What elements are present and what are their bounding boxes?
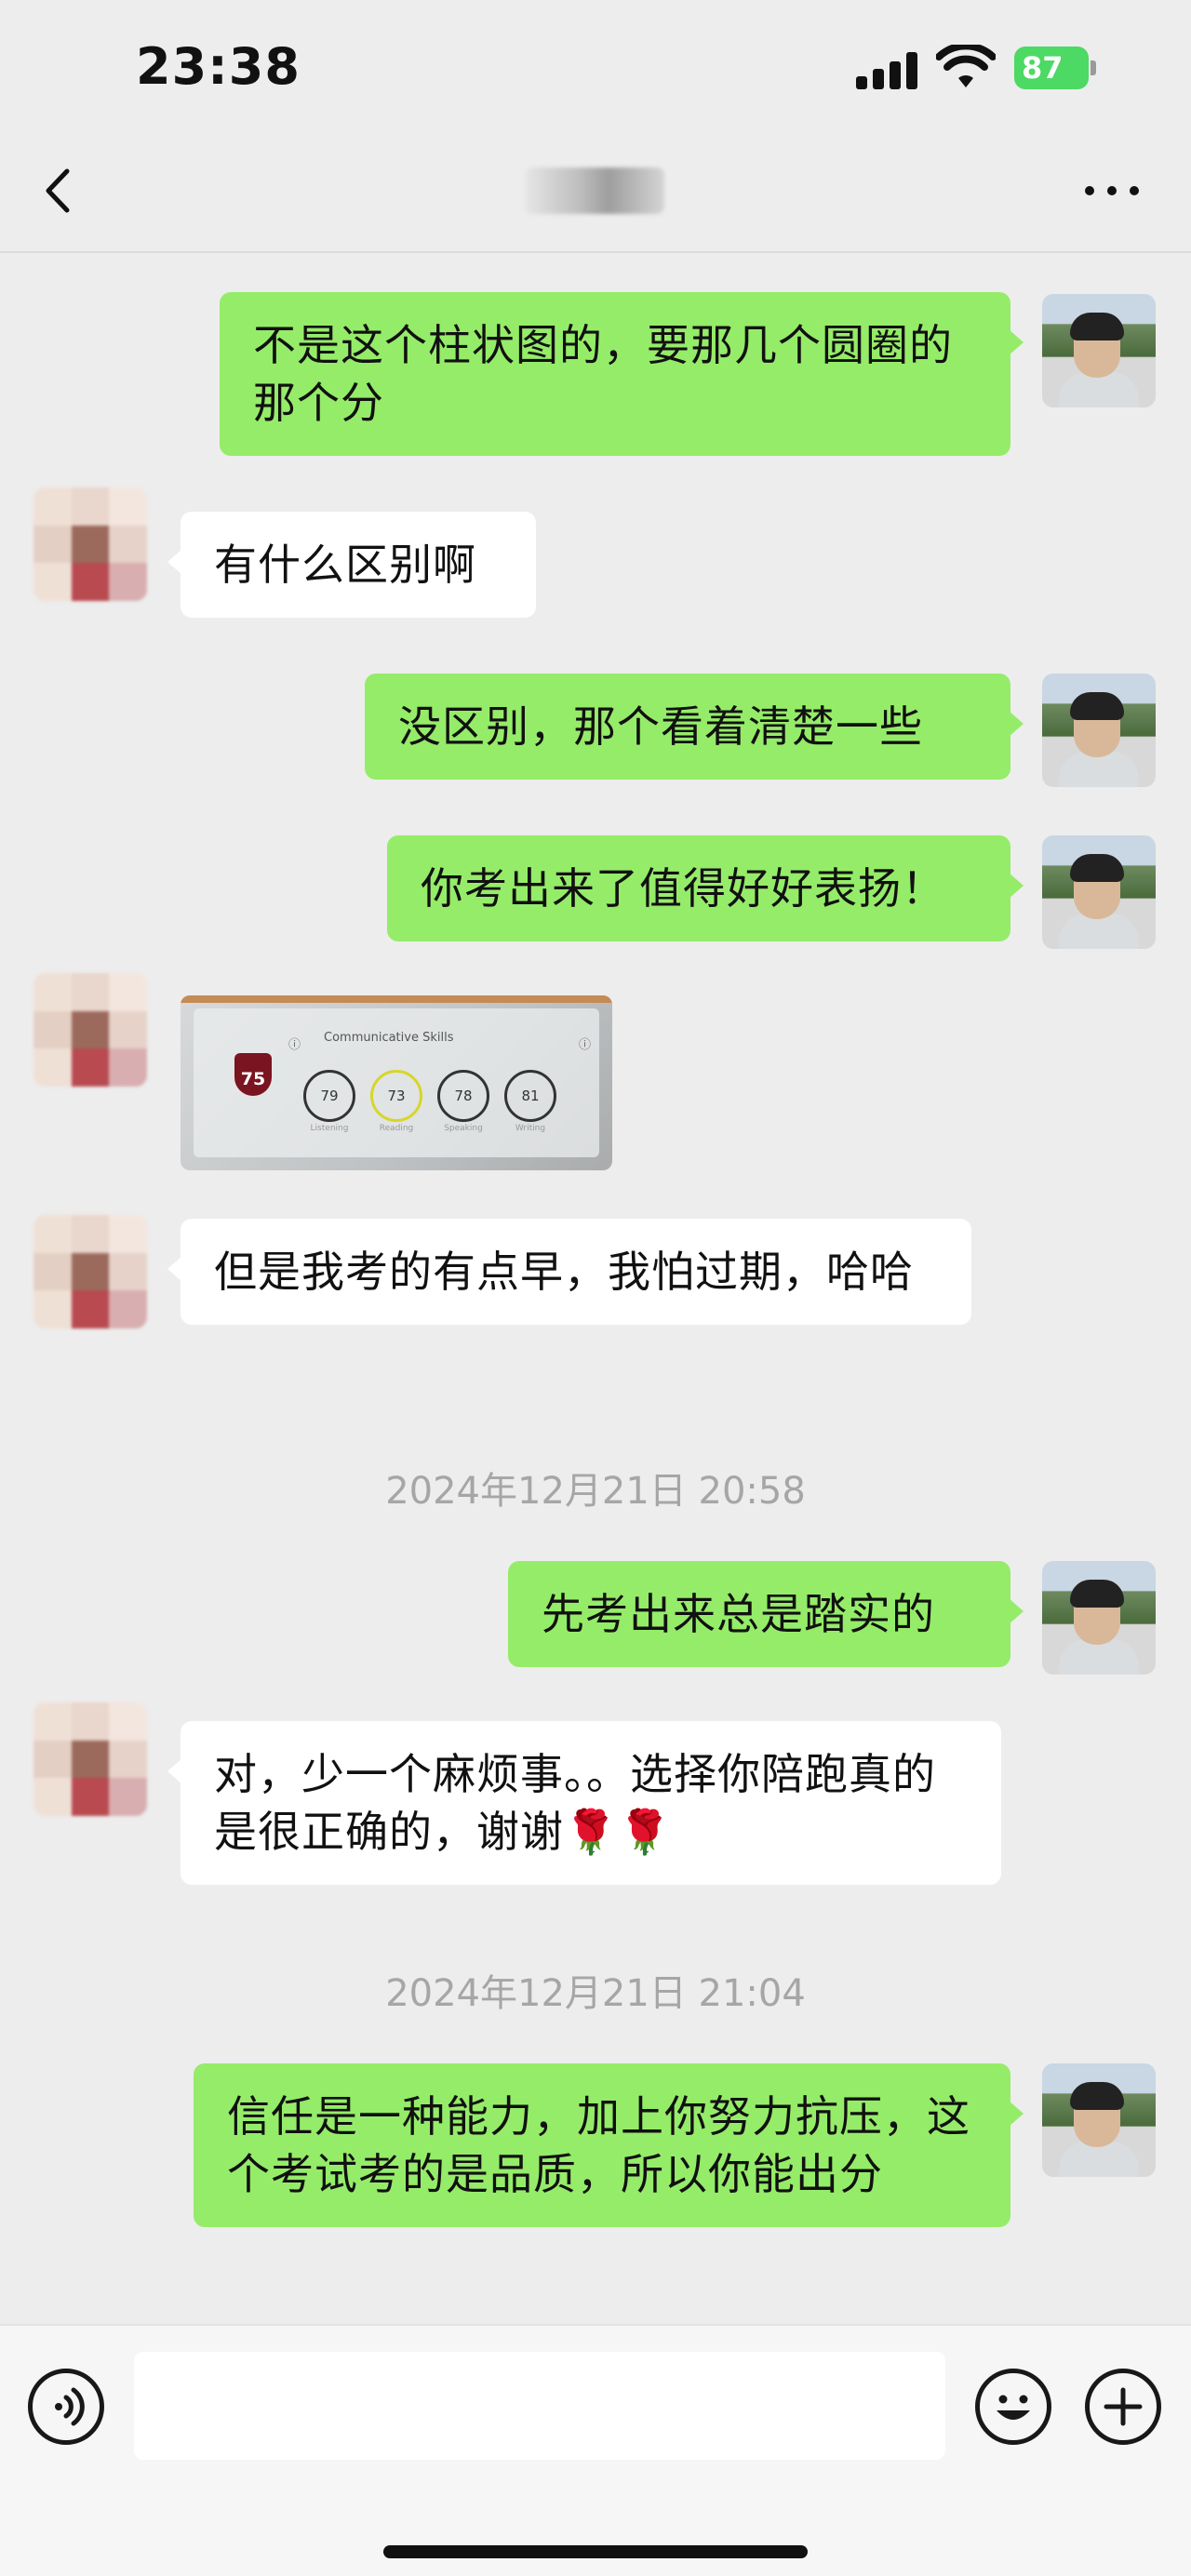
chevron-left-icon[interactable]	[28, 158, 93, 223]
message-text: 信任是一种能力，加上你努力抗压，这个考试考的是品质，所以你能出分	[227, 2091, 970, 2199]
overall-score-badge: 75	[234, 1053, 272, 1096]
my-avatar[interactable]	[1042, 294, 1156, 407]
message-text: 先考出来总是踏实的	[542, 1589, 935, 1639]
info-icon: ⓘ	[579, 1038, 592, 1052]
my-avatar[interactable]	[1042, 2063, 1156, 2177]
message-text: 不是这个柱状图的，要那几个圆圈的那个分	[253, 320, 953, 428]
more-dots-icon[interactable]	[1079, 167, 1144, 214]
score-circle-reading: 73	[370, 1070, 422, 1122]
my-avatar[interactable]	[1042, 1561, 1156, 1675]
score-label-writing: Writing	[515, 1124, 546, 1133]
my-avatar[interactable]	[1042, 835, 1156, 949]
home-indicator	[383, 2545, 808, 2558]
battery-level: 87	[1014, 47, 1089, 89]
score-circle-listening: 79	[303, 1070, 355, 1122]
plus-icon[interactable]	[1085, 2369, 1161, 2445]
cellular-signal-icon	[856, 52, 919, 89]
score-label-listening: Listening	[310, 1124, 349, 1133]
score-report-title: Communicative Skills	[324, 1031, 454, 1045]
score-label-speaking: Speaking	[444, 1124, 483, 1133]
chat-header	[0, 140, 1191, 253]
status-time: 23:38	[136, 37, 301, 96]
contact-avatar[interactable]	[33, 487, 147, 601]
timestamp: 2024年12月21日 20:58	[385, 1470, 806, 1513]
message-bubble[interactable]: 不是这个柱状图的，要那几个圆圈的那个分	[220, 292, 1024, 456]
message-bubble[interactable]: 你考出来了值得好好表扬！	[387, 835, 1024, 941]
voice-icon[interactable]	[28, 2369, 104, 2445]
input-bar	[0, 2324, 1191, 2576]
battery-icon: 87	[1014, 47, 1096, 89]
emoji-icon[interactable]	[975, 2369, 1051, 2445]
timestamp: 2024年12月21日 21:04	[385, 1972, 806, 2015]
info-icon: ⓘ	[288, 1038, 301, 1052]
message-text: 你考出来了值得好好表扬！	[421, 863, 945, 914]
message-input[interactable]	[134, 2352, 945, 2460]
message-text: 没区别，那个看着清楚一些	[398, 701, 923, 752]
wifi-icon	[936, 45, 996, 87]
message-text: 但是我考的有点早，我怕过期，哈哈	[214, 1247, 914, 1297]
message-text: 对，少一个麻烦事。。选择你陪跑真的是很正确的，谢谢🌹🌹	[214, 1749, 936, 1857]
message-text: 有什么区别啊	[214, 540, 476, 590]
message-bubble[interactable]: 信任是一种能力，加上你努力抗压，这个考试考的是品质，所以你能出分	[194, 2063, 1024, 2227]
message-bubble[interactable]: 对，少一个麻烦事。。选择你陪跑真的是很正确的，谢谢🌹🌹	[167, 1721, 1001, 1885]
contact-avatar[interactable]	[33, 973, 147, 1087]
chat-title-blurred	[525, 167, 664, 214]
my-avatar[interactable]	[1042, 674, 1156, 787]
message-bubble[interactable]: 但是我考的有点早，我怕过期，哈哈	[167, 1219, 971, 1325]
image-message[interactable]: ⓘ Communicative Skills ⓘ 75 79 73 78 81 …	[181, 995, 612, 1170]
contact-avatar[interactable]	[33, 1702, 147, 1816]
message-bubble[interactable]: 没区别，那个看着清楚一些	[365, 674, 1024, 780]
score-circle-writing: 81	[504, 1070, 556, 1122]
status-bar: 23:38 87	[0, 0, 1191, 140]
score-label-reading: Reading	[379, 1124, 414, 1133]
contact-avatar[interactable]	[33, 1215, 147, 1328]
score-circle-speaking: 78	[437, 1070, 489, 1122]
message-bubble[interactable]: 有什么区别啊	[167, 512, 536, 618]
message-bubble[interactable]: 先考出来总是踏实的	[508, 1561, 1024, 1667]
